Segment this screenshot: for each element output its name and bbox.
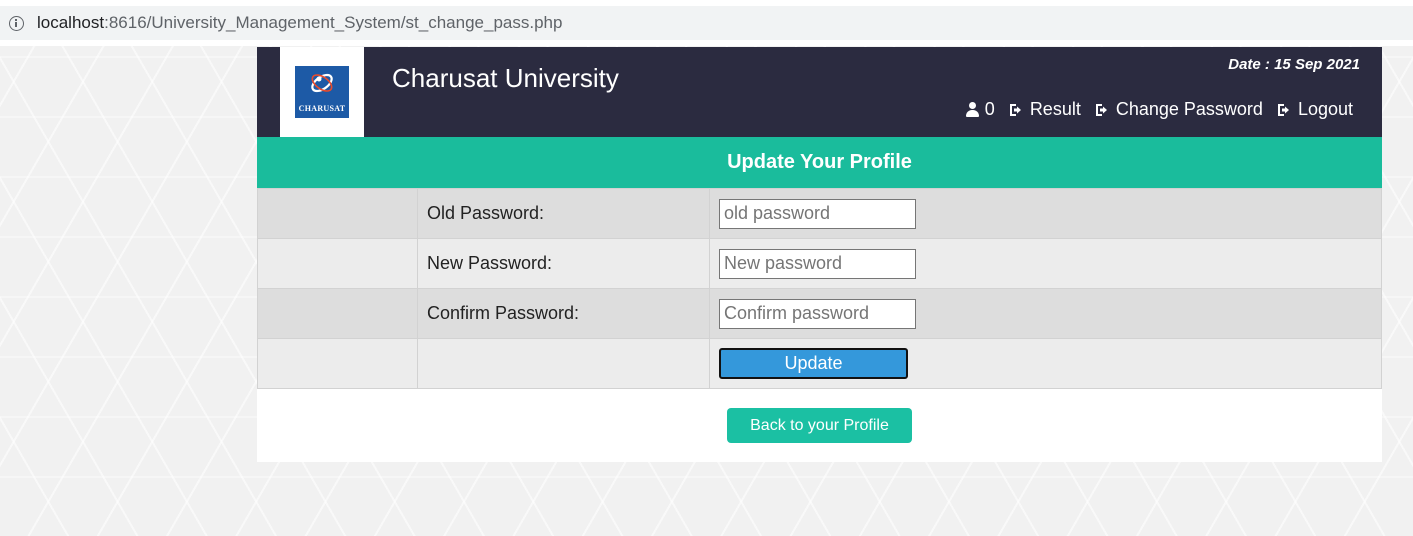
form-row-new: New Password: <box>257 238 1382 289</box>
confirm-password-label: Confirm Password: <box>417 288 710 339</box>
nav-logout-label: Logout <box>1297 99 1353 119</box>
url-path: :8616/University_Management_System/st_ch… <box>104 13 563 32</box>
site-title: Charusat University <box>392 63 619 93</box>
nav-user[interactable]: 0 <box>965 99 995 120</box>
old-password-input[interactable] <box>719 198 916 229</box>
nav-result-label: Result <box>1029 99 1081 119</box>
browser-address-bar: localhost:8616/University_Management_Sys… <box>0 0 1413 46</box>
date-label: Date : 15 Sep 2021 <box>1228 56 1360 73</box>
logo-text: CHARUSAT <box>298 104 346 113</box>
update-button[interactable]: Update <box>719 348 908 379</box>
new-password-input[interactable] <box>719 248 916 279</box>
logo-swoosh-icon <box>311 73 333 93</box>
confirm-password-input[interactable] <box>719 298 916 329</box>
back-to-profile-button[interactable]: Back to your Profile <box>727 408 912 443</box>
university-logo-icon: CHARUSAT <box>295 66 349 118</box>
sign-out-icon <box>1095 103 1111 117</box>
info-icon[interactable] <box>9 15 24 31</box>
new-password-label: New Password: <box>417 238 710 289</box>
nav-change-password-label: Change Password <box>1115 99 1263 119</box>
url-host: localhost <box>37 13 105 32</box>
url-text[interactable]: localhost:8616/University_Management_Sys… <box>37 13 562 33</box>
form-row-confirm: Confirm Password: <box>257 288 1382 339</box>
form-row-old: Old Password: <box>257 188 1382 239</box>
logo[interactable]: CHARUSAT <box>280 47 364 137</box>
page-title: Update Your Profile <box>257 137 1382 188</box>
sign-out-icon <box>1009 103 1025 117</box>
site-header: CHARUSAT Charusat University Date : 15 S… <box>257 47 1382 137</box>
form-row-submit: Update <box>257 338 1382 389</box>
url-field[interactable]: localhost:8616/University_Management_Sys… <box>0 6 1413 40</box>
user-icon <box>965 102 980 117</box>
change-password-form: Old Password: New Password: Confirm Pass… <box>257 188 1382 389</box>
nav-change-password[interactable]: Change Password <box>1095 99 1263 120</box>
nav-logout[interactable]: Logout <box>1277 99 1353 120</box>
header-nav: 0 Result Change Password Logout <box>965 99 1353 120</box>
old-password-label: Old Password: <box>417 188 710 239</box>
page-container: CHARUSAT Charusat University Date : 15 S… <box>257 47 1382 462</box>
sign-out-icon <box>1277 103 1293 117</box>
nav-user-count: 0 <box>984 99 995 119</box>
nav-result[interactable]: Result <box>1009 99 1081 120</box>
